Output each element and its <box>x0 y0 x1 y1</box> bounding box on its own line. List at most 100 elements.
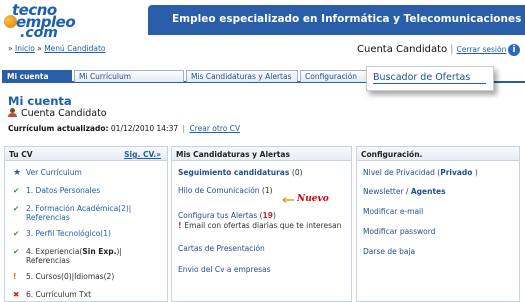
cv-item-label-after: )| <box>116 247 122 256</box>
link-label: Configura tus Alertas <box>178 211 258 220</box>
page-title: Mi cuenta <box>8 94 72 108</box>
link-label: Newsletter <box>363 187 404 196</box>
tab-mi-cuenta[interactable]: Mi cuenta <box>2 70 72 82</box>
link-count: (1) <box>261 186 273 195</box>
modificar-email-link[interactable]: Modificar e-mail <box>363 207 423 216</box>
cv-panel-header: Tu CV Sig. CV.» <box>5 147 167 161</box>
breadcrumb: » Inicio » Menú Candidato <box>8 44 106 53</box>
logo[interactable]: tecno empleo .com <box>4 1 104 42</box>
link-label: Cartas de Presentación <box>178 244 265 253</box>
logout-link[interactable]: Cerrar sesión <box>457 45 507 54</box>
link-count: 19 <box>262 211 273 220</box>
link-label: Modificar e-mail <box>363 207 424 216</box>
cv-item-label: Referencias <box>26 256 70 265</box>
check-icon: ✔ <box>13 204 20 213</box>
cv-item-label: 6. Currículum Txt <box>26 290 92 299</box>
cartas-presentacion-link[interactable]: Cartas de Presentación <box>178 244 265 253</box>
account-name: Cuenta Candidato <box>357 44 448 55</box>
alert-note-text: Email con ofertas diarias que te interes… <box>184 221 342 230</box>
modificar-password-link[interactable]: Modificar password <box>363 227 435 236</box>
link-label: Modificar password <box>363 227 436 236</box>
star-icon: ★ <box>13 168 22 178</box>
link-label: Hilo de Comunicación <box>178 186 260 195</box>
cv-item-ver-curriculum[interactable]: ★ Ver Currículum <box>13 168 82 178</box>
privacidad-link[interactable]: Nivel de Privacidad (Privado ) <box>363 168 478 177</box>
cv-updated-value: 01/12/2010 14:37 <box>110 124 179 133</box>
cv-item-label: 1. Datos Personales <box>26 186 101 195</box>
cv-item-label-bold: Sin Exp. <box>82 247 117 256</box>
cv-panel-title: Tu CV <box>9 150 33 159</box>
cv-item-cursos-idiomas[interactable]: ! 5. Cursos(0)|Idiomas(2) <box>13 272 114 281</box>
link-label: Nivel de Privacidad ( <box>363 168 441 177</box>
tab-label: Mi Currículum <box>79 72 132 81</box>
cv-panel: Tu CV Sig. CV.» ★ Ver Currículum ✔ 1. Dato… <box>4 146 168 302</box>
user-row: Cuenta Candidato <box>8 108 107 119</box>
cv-item-label: Ver Currículum <box>26 168 82 177</box>
link-label: Seguimiento candidaturas <box>178 168 290 177</box>
create-cv-link[interactable]: Crear otro CV <box>189 124 240 133</box>
cv-item-label: 4. Experiencia( <box>26 247 83 256</box>
header-banner: Empleo especializado en Informática y Te… <box>148 5 525 35</box>
cv-separator: | <box>182 124 186 133</box>
darse-baja-link[interactable]: Darse de baja <box>363 247 415 256</box>
cv-item-curriculum-txt[interactable]: ✖ 6. Currículum Txt <box>13 290 91 299</box>
alert-note: ! Email con ofertas diarias que te intere… <box>178 221 341 230</box>
configura-alertas-link[interactable]: Configura tus Alertas (19) <box>178 211 276 220</box>
breadcrumb-separator: » <box>34 44 45 53</box>
link-count-close: ) <box>272 211 276 220</box>
tab-buscador-ofertas[interactable]: Buscador de Ofertas <box>366 66 494 91</box>
exclamation-icon: ! <box>178 221 182 230</box>
candidaturas-panel-title: Mis Candidaturas y Alertas <box>176 150 290 159</box>
check-icon: ✔ <box>13 247 20 256</box>
check-icon: ✔ <box>13 229 20 238</box>
tab-mi-curriculum[interactable]: Mi Currículum <box>74 70 184 82</box>
configuracion-panel-title: Configuración. <box>361 150 423 159</box>
tab-label: Mi cuenta <box>7 72 49 81</box>
cross-icon: ✖ <box>13 290 20 299</box>
cv-item-perfil-tecnologico[interactable]: ✔ 3. Perfil Tecnológico(1) <box>13 229 111 238</box>
candidaturas-panel: Mis Candidaturas y Alertas Seguimiento c… <box>171 146 352 302</box>
user-name: Cuenta Candidato <box>21 108 107 119</box>
check-icon: ✔ <box>13 186 20 195</box>
cv-item-label: Referencias <box>26 213 70 222</box>
link-separator: / <box>403 187 411 196</box>
header: tecno empleo .com Empleo especializado e… <box>0 0 525 42</box>
candidaturas-panel-header: Mis Candidaturas y Alertas <box>172 147 351 161</box>
cv-updated-label: Currículum actualizado: <box>8 124 109 133</box>
cv-item-datos-personales[interactable]: ✔ 1. Datos Personales <box>13 186 100 195</box>
account-separator: | <box>450 44 454 55</box>
cv-item-formacion[interactable]: ✔ 2. Formación Académica(2)| <box>13 204 131 213</box>
cv-item-label: 5. Cursos(0)|Idiomas(2) <box>26 272 115 281</box>
cv-item-experiencia-referencias[interactable]: Referencias <box>26 256 70 265</box>
logo-text-line3: .com <box>20 25 58 41</box>
newsletter-agentes-link[interactable]: Newsletter / Agentes <box>363 187 446 196</box>
account-bar: Cuenta Candidato | Cerrar sesión <box>357 44 506 55</box>
help-icon[interactable]: i <box>508 44 520 56</box>
cv-updated-row: Currículum actualizado: 01/12/2010 14:37… <box>8 124 240 133</box>
breadcrumb-prefix: » <box>8 44 15 53</box>
warning-icon: ! <box>13 272 17 281</box>
link-label-bold: Agentes <box>410 187 446 196</box>
seguimiento-link[interactable]: Seguimiento candidaturas (0) <box>178 168 303 177</box>
user-icon <box>8 108 17 117</box>
tab-configuracion[interactable]: Configuración <box>300 70 368 82</box>
banner-title: Empleo especializado en Informática y Te… <box>172 13 522 25</box>
tab-label: Configuración <box>305 72 358 81</box>
link-label: Darse de baja <box>363 247 416 256</box>
cv-item-formacion-referencias[interactable]: Referencias <box>26 213 70 222</box>
tab-candidaturas-alertas[interactable]: Mis Candidaturas y Alertas <box>186 70 298 82</box>
breadcrumb-current-link[interactable]: Menú Candidato <box>44 44 105 53</box>
configuracion-panel-header: Configuración. <box>357 147 519 161</box>
tab-label: Buscador de Ofertas <box>373 72 487 84</box>
envio-cv-link[interactable]: Envio del Cv a empresas <box>178 265 271 274</box>
cv-item-label: 2. Formación Académica(2)| <box>26 204 132 213</box>
link-label: Envio del Cv a empresas <box>178 265 271 274</box>
link-label-bold: Privado <box>440 168 473 177</box>
hilo-comunicacion-link[interactable]: Hilo de Comunicación (1) <box>178 186 273 195</box>
configuracion-panel: Configuración. Nivel de Privacidad (Priv… <box>356 146 520 302</box>
new-badge: Nuevo <box>297 194 329 204</box>
next-cv-link[interactable]: Sig. CV.» <box>124 150 161 159</box>
cv-item-experiencia[interactable]: ✔ 4. Experiencia(Sin Exp.)| <box>13 247 122 256</box>
breadcrumb-home-link[interactable]: Inicio <box>15 44 35 53</box>
link-count: (0) <box>291 168 303 177</box>
